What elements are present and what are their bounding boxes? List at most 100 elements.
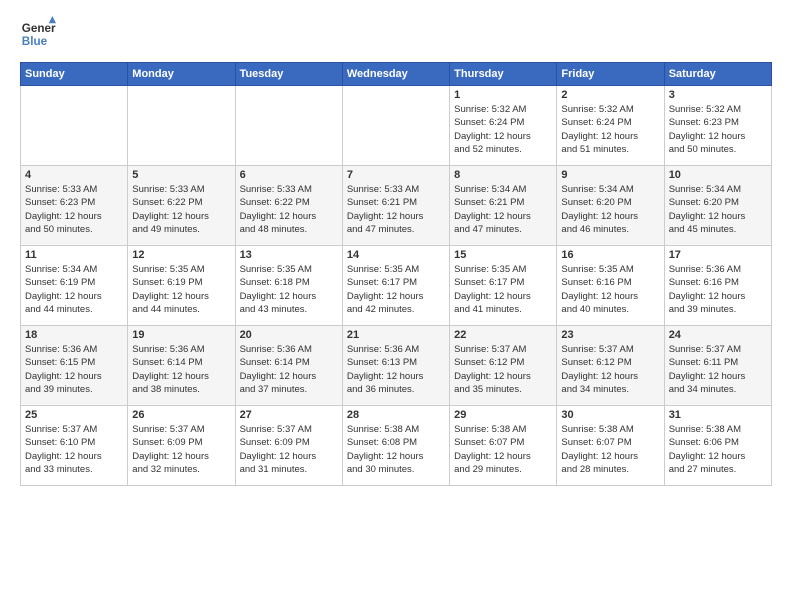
- day-info: Sunrise: 5:36 AMSunset: 6:14 PMDaylight:…: [132, 343, 230, 396]
- day-info: Sunrise: 5:32 AMSunset: 6:24 PMDaylight:…: [454, 103, 552, 156]
- svg-text:Blue: Blue: [22, 35, 48, 48]
- calendar-week-row: 25 Sunrise: 5:37 AMSunset: 6:10 PMDayligh…: [21, 406, 772, 486]
- calendar-header-saturday: Saturday: [664, 63, 771, 86]
- day-number: 19: [132, 329, 230, 341]
- day-info: Sunrise: 5:35 AMSunset: 6:17 PMDaylight:…: [347, 263, 445, 316]
- calendar-week-row: 4 Sunrise: 5:33 AMSunset: 6:23 PMDaylight…: [21, 166, 772, 246]
- day-info: Sunrise: 5:33 AMSunset: 6:22 PMDaylight:…: [132, 183, 230, 236]
- calendar-header-row: SundayMondayTuesdayWednesdayThursdayFrid…: [21, 63, 772, 86]
- day-info: Sunrise: 5:38 AMSunset: 6:07 PMDaylight:…: [454, 423, 552, 476]
- day-number: 14: [347, 249, 445, 261]
- day-info: Sunrise: 5:38 AMSunset: 6:06 PMDaylight:…: [669, 423, 767, 476]
- calendar-cell: 16 Sunrise: 5:35 AMSunset: 6:16 PMDayligh…: [557, 246, 664, 326]
- day-info: Sunrise: 5:34 AMSunset: 6:21 PMDaylight:…: [454, 183, 552, 236]
- calendar-cell: 30Sunrise: 5:38 AMSunset: 6:07 PMDayligh…: [557, 406, 664, 486]
- calendar-cell: 2 Sunrise: 5:32 AMSunset: 6:24 PMDaylight…: [557, 86, 664, 166]
- day-info: Sunrise: 5:38 AMSunset: 6:08 PMDaylight:…: [347, 423, 445, 476]
- day-info: Sunrise: 5:34 AMSunset: 6:20 PMDaylight:…: [669, 183, 767, 236]
- day-number: 17: [669, 249, 767, 261]
- day-info: Sunrise: 5:32 AMSunset: 6:24 PMDaylight:…: [561, 103, 659, 156]
- calendar-cell: 11 Sunrise: 5:34 AMSunset: 6:19 PMDayligh…: [21, 246, 128, 326]
- day-number: 6: [240, 169, 338, 181]
- calendar-cell: [235, 86, 342, 166]
- calendar-cell: 19 Sunrise: 5:36 AMSunset: 6:14 PMDayligh…: [128, 326, 235, 406]
- day-number: 10: [669, 169, 767, 181]
- calendar-header-tuesday: Tuesday: [235, 63, 342, 86]
- day-info: Sunrise: 5:36 AMSunset: 6:16 PMDaylight:…: [669, 263, 767, 316]
- svg-text:General: General: [22, 22, 56, 35]
- calendar-header-monday: Monday: [128, 63, 235, 86]
- day-info: Sunrise: 5:32 AMSunset: 6:23 PMDaylight:…: [669, 103, 767, 156]
- day-number: 4: [25, 169, 123, 181]
- calendar-cell: 26 Sunrise: 5:37 AMSunset: 6:09 PMDayligh…: [128, 406, 235, 486]
- day-info: Sunrise: 5:36 AMSunset: 6:13 PMDaylight:…: [347, 343, 445, 396]
- calendar-cell: 4 Sunrise: 5:33 AMSunset: 6:23 PMDaylight…: [21, 166, 128, 246]
- day-number: 11: [25, 249, 123, 261]
- day-number: 5: [132, 169, 230, 181]
- calendar-cell: [128, 86, 235, 166]
- day-number: 7: [347, 169, 445, 181]
- day-info: Sunrise: 5:35 AMSunset: 6:16 PMDaylight:…: [561, 263, 659, 316]
- day-number: 26: [132, 409, 230, 421]
- calendar-cell: 21 Sunrise: 5:36 AMSunset: 6:13 PMDayligh…: [342, 326, 449, 406]
- calendar-cell: 1 Sunrise: 5:32 AMSunset: 6:24 PMDaylight…: [450, 86, 557, 166]
- calendar-cell: 31 Sunrise: 5:38 AMSunset: 6:06 PMDayligh…: [664, 406, 771, 486]
- calendar-cell: 25 Sunrise: 5:37 AMSunset: 6:10 PMDayligh…: [21, 406, 128, 486]
- day-number: 8: [454, 169, 552, 181]
- calendar-cell: 17 Sunrise: 5:36 AMSunset: 6:16 PMDayligh…: [664, 246, 771, 326]
- day-number: 3: [669, 89, 767, 101]
- calendar-cell: 8 Sunrise: 5:34 AMSunset: 6:21 PMDaylight…: [450, 166, 557, 246]
- calendar-cell: 20 Sunrise: 5:36 AMSunset: 6:14 PMDayligh…: [235, 326, 342, 406]
- logo-icon: General Blue: [20, 16, 56, 52]
- day-number: 12: [132, 249, 230, 261]
- day-number: 31: [669, 409, 767, 421]
- calendar-header-friday: Friday: [557, 63, 664, 86]
- calendar-cell: 23Sunrise: 5:37 AMSunset: 6:12 PMDayligh…: [557, 326, 664, 406]
- day-info: Sunrise: 5:37 AMSunset: 6:12 PMDaylight:…: [561, 343, 659, 396]
- day-info: Sunrise: 5:36 AMSunset: 6:15 PMDaylight:…: [25, 343, 123, 396]
- day-number: 21: [347, 329, 445, 341]
- day-number: 9: [561, 169, 659, 181]
- calendar-cell: 14 Sunrise: 5:35 AMSunset: 6:17 PMDayligh…: [342, 246, 449, 326]
- day-number: 20: [240, 329, 338, 341]
- day-number: 18: [25, 329, 123, 341]
- calendar-cell: 12Sunrise: 5:35 AMSunset: 6:19 PMDayligh…: [128, 246, 235, 326]
- day-info: Sunrise: 5:35 AMSunset: 6:18 PMDaylight:…: [240, 263, 338, 316]
- calendar-cell: 6Sunrise: 5:33 AMSunset: 6:22 PMDaylight…: [235, 166, 342, 246]
- day-info: Sunrise: 5:34 AMSunset: 6:20 PMDaylight:…: [561, 183, 659, 236]
- calendar-week-row: 11 Sunrise: 5:34 AMSunset: 6:19 PMDayligh…: [21, 246, 772, 326]
- calendar-header-thursday: Thursday: [450, 63, 557, 86]
- day-info: Sunrise: 5:36 AMSunset: 6:14 PMDaylight:…: [240, 343, 338, 396]
- day-number: 2: [561, 89, 659, 101]
- page-header: General Blue: [20, 16, 772, 52]
- calendar-cell: 13 Sunrise: 5:35 AMSunset: 6:18 PMDayligh…: [235, 246, 342, 326]
- day-number: 15: [454, 249, 552, 261]
- day-number: 24: [669, 329, 767, 341]
- calendar-table: SundayMondayTuesdayWednesdayThursdayFrid…: [20, 62, 772, 486]
- day-info: Sunrise: 5:33 AMSunset: 6:21 PMDaylight:…: [347, 183, 445, 236]
- day-info: Sunrise: 5:37 AMSunset: 6:12 PMDaylight:…: [454, 343, 552, 396]
- calendar-week-row: 18 Sunrise: 5:36 AMSunset: 6:15 PMDayligh…: [21, 326, 772, 406]
- day-number: 28: [347, 409, 445, 421]
- calendar-cell: 22 Sunrise: 5:37 AMSunset: 6:12 PMDayligh…: [450, 326, 557, 406]
- day-number: 25: [25, 409, 123, 421]
- day-number: 16: [561, 249, 659, 261]
- calendar-cell: 15Sunrise: 5:35 AMSunset: 6:17 PMDayligh…: [450, 246, 557, 326]
- day-info: Sunrise: 5:37 AMSunset: 6:09 PMDaylight:…: [132, 423, 230, 476]
- day-info: Sunrise: 5:37 AMSunset: 6:11 PMDaylight:…: [669, 343, 767, 396]
- calendar-cell: 3 Sunrise: 5:32 AMSunset: 6:23 PMDaylight…: [664, 86, 771, 166]
- calendar-cell: 28 Sunrise: 5:38 AMSunset: 6:08 PMDayligh…: [342, 406, 449, 486]
- calendar-cell: 18 Sunrise: 5:36 AMSunset: 6:15 PMDayligh…: [21, 326, 128, 406]
- calendar-cell: 9 Sunrise: 5:34 AMSunset: 6:20 PMDaylight…: [557, 166, 664, 246]
- day-number: 22: [454, 329, 552, 341]
- calendar-cell: 29Sunrise: 5:38 AMSunset: 6:07 PMDayligh…: [450, 406, 557, 486]
- day-number: 13: [240, 249, 338, 261]
- day-number: 27: [240, 409, 338, 421]
- day-number: 30: [561, 409, 659, 421]
- day-info: Sunrise: 5:37 AMSunset: 6:10 PMDaylight:…: [25, 423, 123, 476]
- calendar-cell: 7 Sunrise: 5:33 AMSunset: 6:21 PMDaylight…: [342, 166, 449, 246]
- logo: General Blue: [20, 16, 56, 52]
- day-info: Sunrise: 5:34 AMSunset: 6:19 PMDaylight:…: [25, 263, 123, 316]
- day-number: 1: [454, 89, 552, 101]
- day-info: Sunrise: 5:33 AMSunset: 6:23 PMDaylight:…: [25, 183, 123, 236]
